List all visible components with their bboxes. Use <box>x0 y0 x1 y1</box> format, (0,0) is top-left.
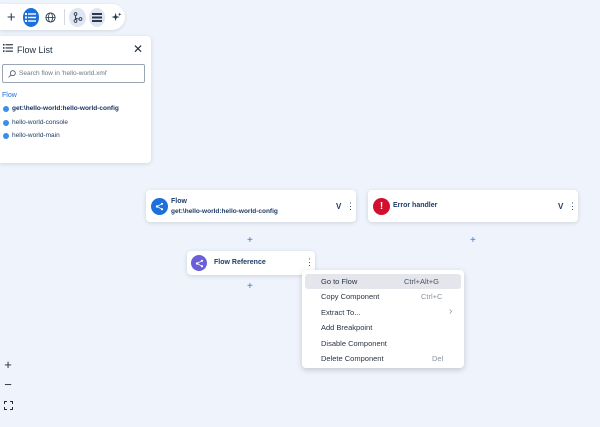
add-step-plus-icon[interactable]: + <box>470 236 476 246</box>
zoom-in-button[interactable]: + <box>2 358 14 371</box>
flow-search-box <box>2 64 145 83</box>
menu-item-label: Copy Component <box>321 292 380 301</box>
flow-reference-title: Flow Reference <box>214 259 266 266</box>
stack-icon <box>92 12 103 22</box>
menu-item-disable-component[interactable]: Disable Component <box>305 336 461 351</box>
add-button[interactable]: + <box>3 8 20 27</box>
menu-item-label: Go to Flow <box>321 277 358 286</box>
chevron-right-icon: › <box>449 306 453 317</box>
globe-button[interactable] <box>42 8 59 27</box>
flow-node-title: Flow <box>171 198 187 205</box>
add-step-plus-icon[interactable]: + <box>247 236 253 246</box>
flow-list-item[interactable]: hello-world-main <box>3 132 60 139</box>
menu-item-shortcut: Ctrl+C <box>421 292 443 301</box>
flow-node-menu-icon[interactable]: ⋮ <box>346 202 355 211</box>
branch-button[interactable] <box>69 7 86 27</box>
menu-item-go-to-flow[interactable]: Go to Flow Ctrl+Alt+G <box>305 274 461 289</box>
fullscreen-icon <box>3 401 13 410</box>
flow-reference-node[interactable]: Flow Reference ⋮ <box>187 251 315 275</box>
toolbar-divider <box>63 9 65 25</box>
menu-item-label: Extract To... <box>321 308 361 317</box>
sparkle-icon <box>111 11 122 21</box>
menu-item-shortcut: Del <box>432 354 444 363</box>
menu-item-label: Disable Component <box>321 339 387 348</box>
flow-list-item-label: get:\hello-world:hello-world-config <box>12 105 119 112</box>
flow-search-input[interactable] <box>19 70 139 77</box>
flow-list-item[interactable]: get:\hello-world:hello-world-config <box>3 105 119 112</box>
error-node-icon: ! <box>373 198 390 215</box>
fit-view-button[interactable] <box>2 399 14 412</box>
alert-icon: ! <box>379 200 384 212</box>
flow-list-item-label: hello-world-main <box>12 132 60 139</box>
menu-item-add-breakpoint[interactable]: Add Breakpoint <box>305 320 461 335</box>
add-step-plus-icon[interactable]: + <box>247 282 253 292</box>
flow-list-panel: Flow List ✕ Flow get:\hello-world:hello-… <box>0 36 151 163</box>
error-node-expand-chevron[interactable]: V <box>558 202 563 211</box>
globe-icon <box>45 11 56 23</box>
list-icon <box>25 12 37 22</box>
menu-item-label: Delete Component <box>321 354 384 363</box>
flow-list-item-label: hello-world-console <box>12 119 68 126</box>
search-icon <box>8 69 16 78</box>
flow-section-label: Flow <box>2 92 17 99</box>
flow-dot-icon <box>3 105 9 112</box>
list-icon <box>3 44 13 52</box>
menu-item-label: Add Breakpoint <box>321 323 373 332</box>
flow-dot-icon <box>3 119 9 126</box>
canvas-toolbar: + <box>0 4 125 30</box>
menu-item-shortcut: Ctrl+Alt+G <box>404 277 440 286</box>
flow-reference-icon <box>191 255 207 271</box>
flow-icon <box>155 202 164 211</box>
flow-node[interactable]: Flow get:\hello-world:hello-world-config… <box>146 190 356 222</box>
stack-button[interactable] <box>88 7 106 27</box>
flow-list-button[interactable] <box>22 7 40 27</box>
branch-icon <box>73 11 83 23</box>
close-icon[interactable]: ✕ <box>133 42 143 56</box>
flow-node-expand-chevron[interactable]: V <box>336 202 341 211</box>
error-node-menu-icon[interactable]: ⋮ <box>568 202 577 211</box>
component-context-menu: Go to Flow Ctrl+Alt+G Copy Component Ctr… <box>302 270 464 368</box>
zoom-out-button[interactable]: − <box>2 378 14 391</box>
flow-reference-menu-icon[interactable]: ⋮ <box>305 258 314 267</box>
flow-dot-icon <box>3 132 9 139</box>
error-node-title: Error handler <box>393 202 438 209</box>
ai-sparkle-button[interactable] <box>108 8 125 27</box>
reference-icon <box>195 259 203 267</box>
menu-item-copy-component[interactable]: Copy Component Ctrl+C <box>305 289 461 304</box>
flow-list-item[interactable]: hello-world-console <box>3 119 68 126</box>
flow-list-header: Flow List ✕ <box>0 40 151 60</box>
flow-node-subtitle: get:\hello-world:hello-world-config <box>171 208 278 215</box>
flow-list-title: Flow List <box>17 45 53 55</box>
error-handler-node[interactable]: ! Error handler V ⋮ <box>368 190 578 222</box>
menu-item-extract-to[interactable]: Extract To... › <box>305 305 461 320</box>
menu-item-delete-component[interactable]: Delete Component Del <box>305 351 461 366</box>
flow-node-icon <box>151 198 168 215</box>
